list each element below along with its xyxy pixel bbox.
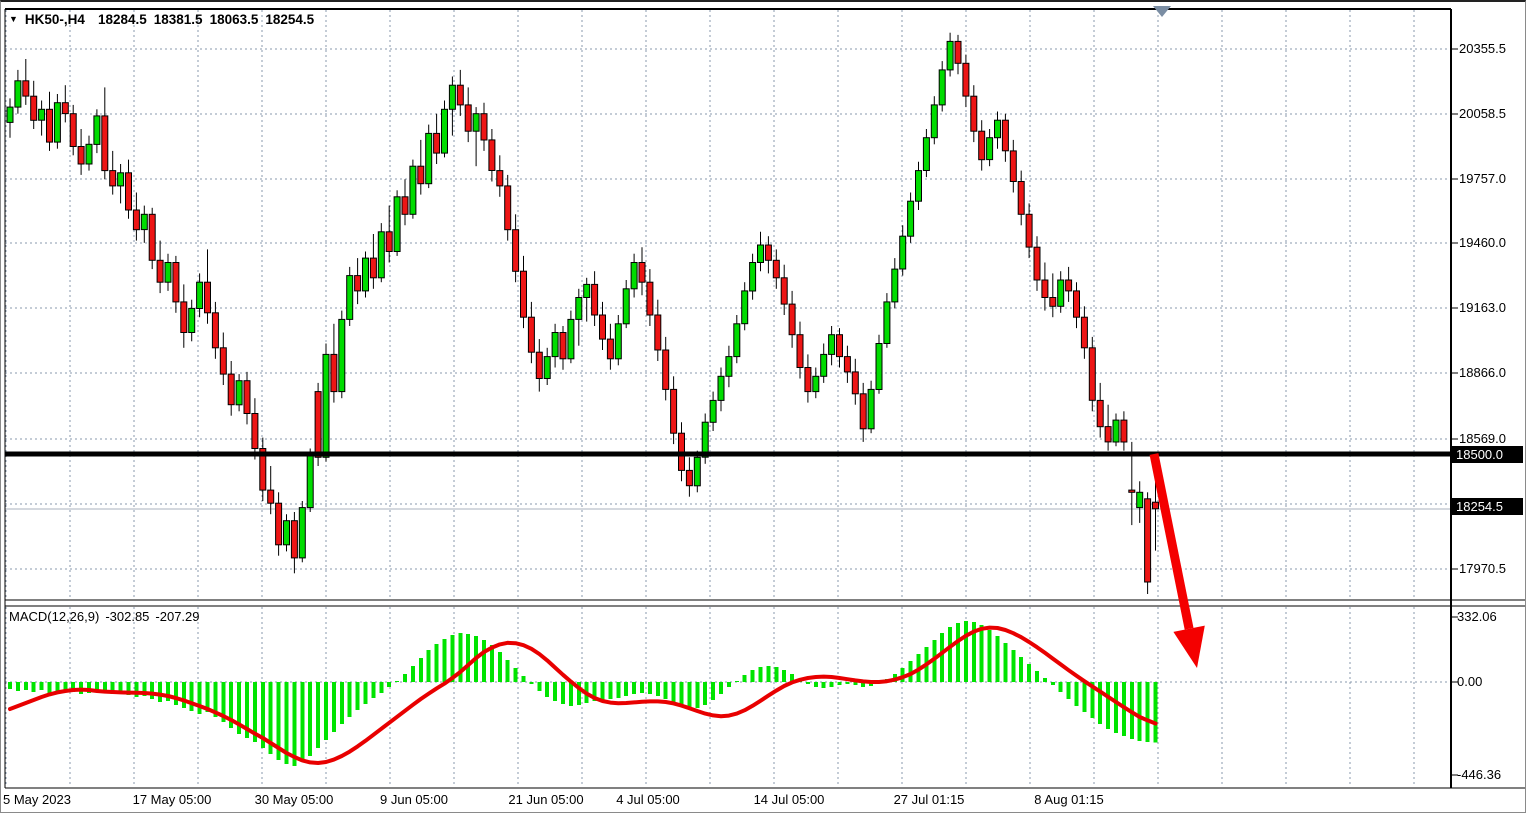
time-axis-label: 9 Jun 05:00	[364, 792, 464, 807]
time-axis-label: 17 May 05:00	[122, 792, 222, 807]
symbol-period-label: HK50-,H4	[25, 12, 85, 27]
trading-chart-window: ▼ HK50-,H4 18284.5 18381.5 18063.5 18254…	[0, 0, 1526, 813]
hline-price-tag: 18500.0	[1452, 446, 1523, 463]
macd-histogram	[8, 621, 1158, 766]
time-axis-label: 30 May 05:00	[244, 792, 344, 807]
ohlc-high: 18381.5	[154, 12, 203, 27]
macd-axis-label: -446.36	[1457, 767, 1501, 782]
grid-vertical	[6, 10, 1414, 787]
price-axis-label: 18866.0	[1459, 365, 1506, 380]
time-axis-label: 14 Jul 05:00	[739, 792, 839, 807]
ohlc-open: 18284.5	[98, 12, 147, 27]
time-axis-label: 8 Aug 01:15	[1019, 792, 1119, 807]
macd-current-value: -302.85	[105, 609, 149, 624]
trend-arrow-annotation[interactable]	[1154, 454, 1205, 668]
macd-axis-label: 332.06	[1457, 609, 1497, 624]
ohlc-close: 18254.5	[265, 12, 314, 27]
symbol-dropdown-icon[interactable]: ▼	[9, 14, 18, 24]
price-axis-label: 19460.0	[1459, 235, 1506, 250]
candles	[7, 33, 1159, 594]
price-axis-label: 20355.5	[1459, 41, 1506, 56]
macd-name: MACD(12,26,9)	[9, 609, 99, 624]
time-axis-label: 27 Jul 01:15	[879, 792, 979, 807]
time-axis-label: 5 May 2023	[3, 792, 103, 807]
price-axis-label: 17970.5	[1459, 561, 1506, 576]
ohlc-low: 18063.5	[210, 12, 259, 27]
price-axis-label: 19757.0	[1459, 171, 1506, 186]
price-axis-label: 19163.0	[1459, 300, 1506, 315]
macd-signal-value: -207.29	[155, 609, 199, 624]
macd-axis-label: 0.00	[1457, 674, 1482, 689]
time-axis-label: 4 Jul 05:00	[598, 792, 698, 807]
chart-title-bar: ▼ HK50-,H4 18284.5 18381.5 18063.5 18254…	[9, 11, 314, 27]
current-price-tag: 18254.5	[1452, 498, 1523, 515]
chart-canvas[interactable]	[1, 2, 1526, 813]
time-axis-label: 21 Jun 05:00	[496, 792, 596, 807]
price-axis-label: 18569.0	[1459, 431, 1506, 446]
bar-position-marker-icon	[1153, 6, 1171, 17]
price-axis-label: 20058.5	[1459, 106, 1506, 121]
macd-indicator-label: MACD(12,26,9) -302.85 -207.29	[9, 609, 200, 624]
